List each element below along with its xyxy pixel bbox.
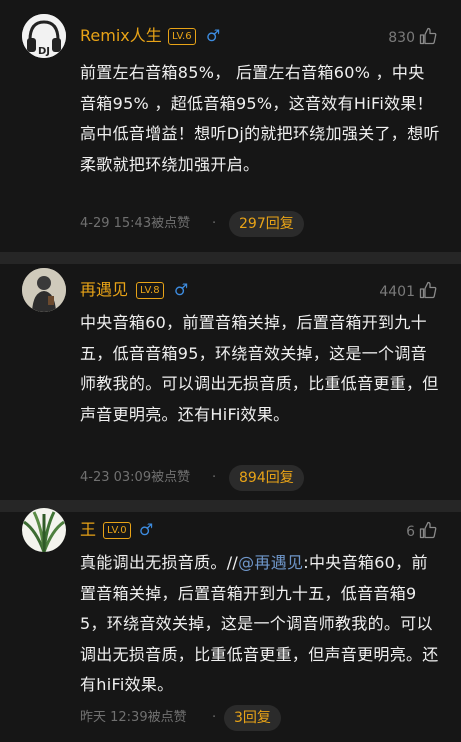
avatar[interactable] [22, 268, 66, 312]
like-count: 6 [406, 524, 415, 540]
avatar-plant-image [22, 508, 66, 552]
avatar-headphones-image: DJ [22, 14, 66, 58]
username[interactable]: Remix人生 [80, 26, 162, 46]
comment-item: DJ Remix人生 LV.6 ♂ 830 前置左右音箱85%， 后置左右音箱6… [0, 0, 461, 252]
like-count: 830 [388, 30, 415, 46]
avatar-person-image [22, 268, 66, 312]
username[interactable]: 王 [80, 520, 96, 540]
comment-item: 再遇见 LV.8 ♂ 4401 中央音箱60，前置音箱关掉，后置音箱开到九十五，… [0, 264, 461, 500]
avatar[interactable]: DJ [22, 14, 66, 58]
level-badge: LV.0 [103, 522, 131, 539]
level-badge: LV.8 [136, 282, 164, 299]
comment-text: 中央音箱60，前置音箱关掉，后置音箱开到九十五，低音音箱95，环绕音效关掉，这是… [80, 313, 439, 424]
reply-count-button[interactable]: 3回复 [224, 705, 281, 731]
comment-text-quoted: :中央音箱60，前置音箱关掉，后置音箱开到九十五，低音音箱95，环绕音效关掉，这… [80, 553, 439, 694]
thumbs-up-icon[interactable] [419, 281, 437, 299]
meta-separator: · [212, 470, 217, 485]
meta-separator: · [212, 216, 217, 231]
avatar[interactable] [22, 508, 66, 552]
male-gender-icon: ♂ [174, 280, 189, 299]
timestamp: 4-29 15:43被点赞 [80, 216, 191, 231]
comment-text-prefix: 真能调出无损音质。// [80, 553, 239, 572]
username[interactable]: 再遇见 [80, 280, 128, 300]
divider [0, 500, 461, 512]
male-gender-icon: ♂ [139, 520, 154, 539]
reply-count-button[interactable]: 894回复 [229, 465, 304, 491]
male-gender-icon: ♂ [206, 26, 221, 45]
comment-item: 王 LV.0 ♂ 6 真能调出无损音质。//@再遇见:中央音箱60，前置音箱关掉… [0, 508, 461, 742]
comment-text: 真能调出无损音质。//@再遇见:中央音箱60，前置音箱关掉，后置音箱开到九十五，… [80, 548, 440, 701]
comment-text: 前置左右音箱85%， 后置左右音箱60% ，中央音箱95% ，超低音箱95%，这… [80, 63, 440, 174]
timestamp: 昨天 12:39被点赞 [80, 710, 187, 725]
level-badge: LV.6 [168, 28, 196, 45]
like-count: 4401 [379, 284, 415, 300]
svg-text:DJ: DJ [38, 46, 50, 57]
user-mention-link[interactable]: @再遇见 [238, 553, 303, 572]
reply-count-button[interactable]: 297回复 [229, 211, 304, 237]
thumbs-up-icon[interactable] [419, 27, 437, 45]
divider [0, 252, 461, 264]
meta-separator: · [212, 710, 217, 725]
timestamp: 4-23 03:09被点赞 [80, 470, 191, 485]
comment-feed: DJ Remix人生 LV.6 ♂ 830 前置左右音箱85%， 后置左右音箱6… [0, 0, 461, 742]
thumbs-up-icon[interactable] [419, 521, 437, 539]
